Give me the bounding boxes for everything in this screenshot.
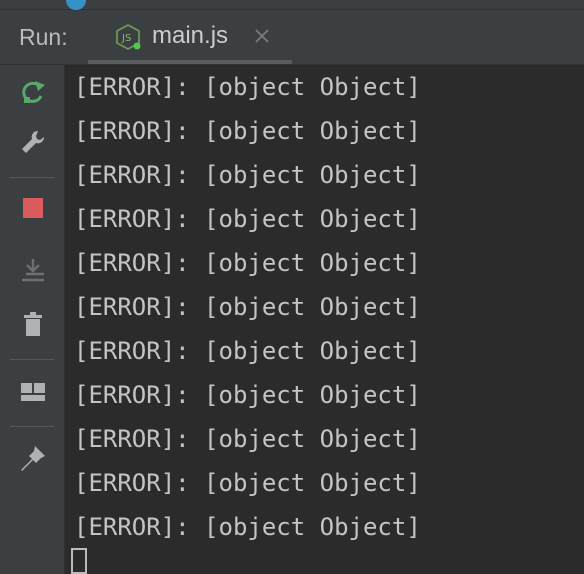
input-caret[interactable] <box>71 548 87 574</box>
window-top-strip <box>0 0 584 10</box>
rerun-icon <box>18 77 48 111</box>
layout-button[interactable] <box>16 377 50 411</box>
rerun-button[interactable] <box>16 77 50 111</box>
close-icon[interactable] <box>252 26 272 46</box>
console-line: [ERROR]: [object Object] <box>74 513 421 541</box>
pin-icon <box>18 443 48 477</box>
settings-button[interactable] <box>16 127 50 161</box>
console-line: [ERROR]: [object Object] <box>74 161 421 189</box>
stop-button[interactable] <box>16 193 50 227</box>
wrench-icon <box>18 127 48 161</box>
tab-title: main.js <box>152 22 229 49</box>
console-output[interactable]: [ERROR]: [object Object] [ERROR]: [objec… <box>65 65 584 574</box>
run-panel-header: Run: JS main.js <box>0 10 584 65</box>
console-line: [ERROR]: [object Object] <box>74 73 421 101</box>
tab-selected-indicator <box>88 60 292 64</box>
stop-icon <box>21 196 45 224</box>
console-line: [ERROR]: [object Object] <box>74 293 421 321</box>
console-line: [ERROR]: [object Object] <box>74 205 421 233</box>
console-line: [ERROR]: [object Object] <box>74 381 421 409</box>
scroll-to-end-button[interactable] <box>16 255 50 289</box>
run-label: Run: <box>19 24 68 50</box>
tab-main-js[interactable]: JS main.js <box>88 10 292 64</box>
toolbar-separator <box>10 177 54 178</box>
notification-dot <box>66 0 86 10</box>
nodejs-icon: JS <box>114 23 142 51</box>
console-line: [ERROR]: [object Object] <box>74 469 421 497</box>
toolbar-separator <box>10 359 54 360</box>
scroll-to-end-icon <box>18 255 48 289</box>
run-toolbar <box>0 65 65 574</box>
console-line: [ERROR]: [object Object] <box>74 117 421 145</box>
layout-icon <box>18 377 48 411</box>
trash-icon <box>18 309 48 343</box>
console-line: [ERROR]: [object Object] <box>74 249 421 277</box>
clear-all-button[interactable] <box>16 309 50 343</box>
toolbar-separator <box>10 426 54 427</box>
console-line: [ERROR]: [object Object] <box>74 337 421 365</box>
pin-tab-button[interactable] <box>16 443 50 477</box>
console-line: [ERROR]: [object Object] <box>74 425 421 453</box>
svg-text:JS: JS <box>121 33 131 44</box>
